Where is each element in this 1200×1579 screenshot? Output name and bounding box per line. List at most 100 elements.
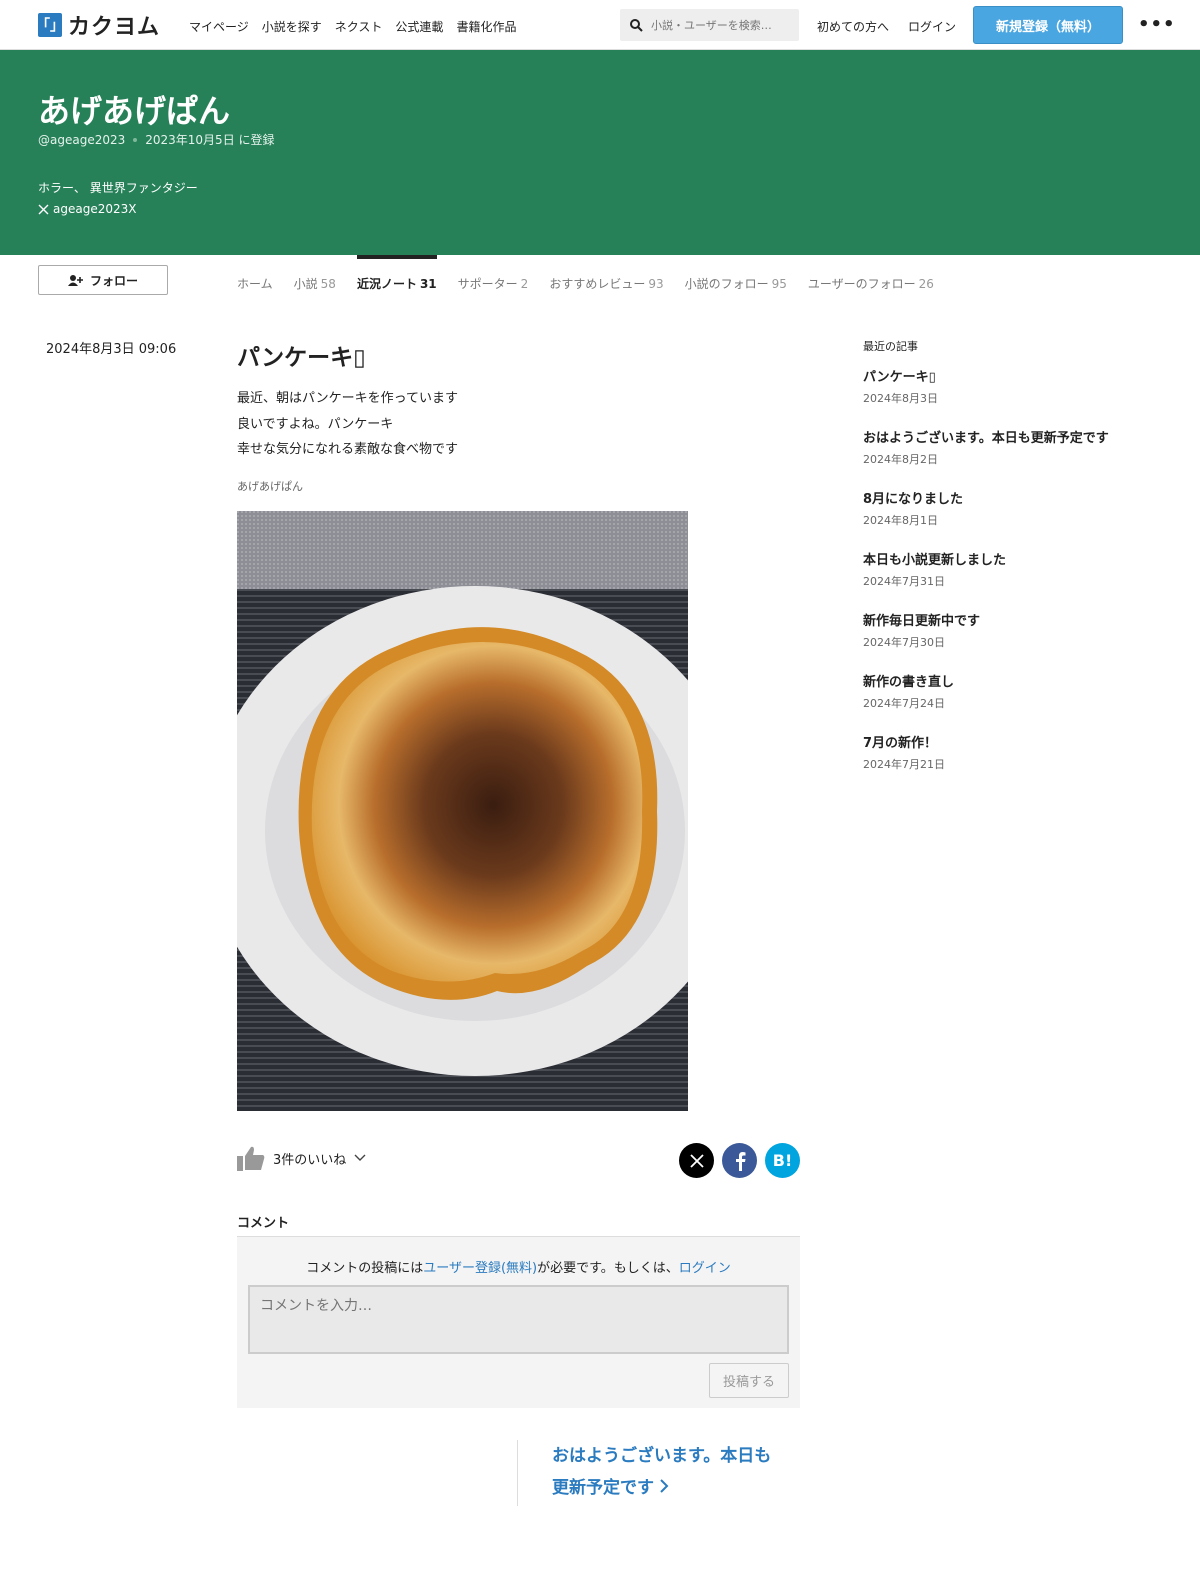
tab-label: ホーム <box>237 277 273 291</box>
recent-post-date: 2024年7月24日 <box>863 697 945 710</box>
recent-post-title: 新作毎日更新中です <box>863 614 981 629</box>
recent-post-title: 本日も小説更新しました <box>863 553 1007 568</box>
recent-post-date: 2024年8月1日 <box>863 514 938 527</box>
user-genres: ホラー、 異世界ファンタジー <box>38 181 198 195</box>
search-icon[interactable] <box>630 18 643 32</box>
tab-count: 26 <box>918 277 934 291</box>
tab-count: 58 <box>320 277 336 291</box>
nav-search-novels[interactable]: 小説を探す <box>262 18 322 35</box>
like-count: 3件のいいね <box>273 1152 347 1168</box>
tab-user-follows[interactable]: ユーザーのフォロー 26 <box>808 255 934 295</box>
tab-count: 93 <box>648 277 664 291</box>
recent-post-title: 新作の書き直し <box>863 675 955 690</box>
share-hatena-icon[interactable]: B! <box>765 1143 800 1178</box>
next-post-line-2: 更新予定です <box>552 1472 800 1504</box>
recent-post-title: 8月になりました <box>863 492 964 507</box>
recent-post-title: おはようございます。本日も更新予定です <box>863 431 1109 446</box>
tab-home[interactable]: ホーム <box>237 255 273 295</box>
tab-reviews[interactable]: おすすめレビュー 93 <box>549 255 663 295</box>
nav-official-serial[interactable]: 公式連載 <box>395 18 443 35</box>
comment-box: コメントの投稿にはユーザー登録(無料)が必要です。もしくは、ログイン 投稿する <box>237 1236 800 1408</box>
user-handle: @ageage2023 <box>38 132 126 147</box>
top-bar: 「」 カクヨム マイページ 小説を探す ネクスト 公式連載 書籍化作品 初めての… <box>0 0 1200 50</box>
x-account-link[interactable]: ageage2023X <box>38 202 136 216</box>
recent-post-item[interactable]: 7月の新作！ 2024年7月21日 <box>863 735 1153 796</box>
share-x-icon[interactable] <box>679 1143 714 1178</box>
tab-count: 2 <box>520 277 529 291</box>
nav-published-works[interactable]: 書籍化作品 <box>456 18 516 35</box>
profile-tabs: ホーム 小説 58 近況ノート 31 サポーター 2 おすすめレビュー 93 小説のフォ… <box>237 255 934 295</box>
post-author: あげあげぱん <box>237 480 303 493</box>
tab-label: サポーター <box>457 277 518 291</box>
follow-label: フォロー <box>89 273 138 288</box>
chevron-down-icon[interactable] <box>354 1154 366 1162</box>
recent-post-title: 7月の新作！ <box>863 736 938 751</box>
logo-mark-icon: 「」 <box>36 13 64 37</box>
recent-post-date: 2024年7月31日 <box>863 575 945 588</box>
recent-post-item[interactable]: 8月になりました 2024年8月1日 <box>863 491 1153 552</box>
post-date: 2024年8月3日 09:06 <box>46 342 177 357</box>
tab-count: 31 <box>419 277 437 291</box>
recent-post-item[interactable]: おはようございます。本日も更新予定です 2024年8月2日 <box>863 430 1153 491</box>
chevron-right-icon <box>660 1479 669 1493</box>
search-input[interactable] <box>651 18 791 32</box>
thumbs-up-icon <box>237 1146 265 1171</box>
post-title: パンケーキ▯ <box>237 345 366 371</box>
notice-text: が必要です。もしくは、 <box>537 1261 679 1276</box>
register-link[interactable]: ユーザー登録(無料) <box>423 1261 537 1276</box>
recent-post-date: 2024年8月3日 <box>863 392 938 405</box>
recent-posts-list: パンケーキ▯ 2024年8月3日 おはようございます。本日も更新予定です 2024年… <box>863 369 1153 796</box>
x-account-name: ageage2023X <box>53 202 137 216</box>
notice-text: コメントの投稿には <box>306 1261 424 1276</box>
profile-banner: あげあげぱん @ageage2023 2023年10月5日 に登録 ホラー、 異… <box>0 50 1200 255</box>
x-logo-icon <box>38 204 49 214</box>
recent-post-date: 2024年7月21日 <box>863 758 945 771</box>
login-link[interactable]: ログイン <box>908 18 956 35</box>
tab-label: 小説 <box>293 277 318 291</box>
user-name: あげあげぱん <box>38 92 231 130</box>
post-line: 最近、朝はパンケーキを作っています <box>237 391 459 406</box>
post-line: 良いですよね。パンケーキ <box>237 416 394 432</box>
comment-notice: コメントの投稿にはユーザー登録(無料)が必要です。もしくは、ログイン <box>237 1257 800 1276</box>
first-time-link[interactable]: 初めての方へ <box>817 18 889 35</box>
next-post-line: おはようございます。本日も <box>552 1446 772 1466</box>
login-link[interactable]: ログイン <box>679 1261 731 1276</box>
share-facebook-icon[interactable] <box>722 1143 757 1178</box>
user-meta: @ageage2023 2023年10月5日 に登録 <box>38 131 275 148</box>
signup-button[interactable]: 新規登録（無料） <box>973 6 1123 44</box>
nav-mypage[interactable]: マイページ <box>189 18 249 35</box>
follow-button[interactable]: フォロー <box>38 265 168 295</box>
share-buttons: B! <box>679 1143 800 1178</box>
tab-supporters[interactable]: サポーター 2 <box>458 255 529 295</box>
recent-post-item[interactable]: パンケーキ▯ 2024年8月3日 <box>863 369 1153 430</box>
pancake-photo[interactable] <box>237 511 688 1111</box>
tab-label: ユーザーのフォロー <box>807 277 916 291</box>
tab-label: おすすめレビュー <box>549 277 646 291</box>
logo-text: カクヨム <box>68 15 161 40</box>
global-nav: マイページ 小説を探す ネクスト 公式連載 書籍化作品 <box>189 18 516 35</box>
recent-post-date: 2024年7月30日 <box>863 636 945 649</box>
recent-post-date: 2024年8月2日 <box>863 453 938 466</box>
recent-post-item[interactable]: 新作の書き直し 2024年7月24日 <box>863 674 1153 735</box>
nav-next[interactable]: ネクスト <box>335 18 383 35</box>
tab-news[interactable]: 近況ノート 31 <box>356 255 437 295</box>
registered-date: 2023年10月5日 に登録 <box>145 133 275 147</box>
next-post-nav[interactable]: おはようございます。本日も 更新予定です <box>517 1440 800 1506</box>
add-user-icon <box>67 274 83 286</box>
post-body: 最近、朝はパンケーキを作っています 良いですよね。パンケーキ 幸せな気分になれる… <box>237 386 458 463</box>
tab-novel-follows[interactable]: 小説のフォロー 95 <box>685 255 787 295</box>
comment-heading: コメント <box>237 1216 290 1231</box>
more-menu-icon[interactable]: ••• <box>1138 14 1176 35</box>
next-post-title: 更新予定です <box>552 1478 654 1498</box>
separator-dot <box>133 137 138 142</box>
search-box <box>620 9 799 41</box>
tab-label: 小説のフォロー <box>684 277 769 291</box>
tab-count: 95 <box>771 277 787 291</box>
recent-post-item[interactable]: 新作毎日更新中です 2024年7月30日 <box>863 613 1153 674</box>
recent-post-item[interactable]: 本日も小説更新しました 2024年7月31日 <box>863 552 1153 613</box>
tab-novels[interactable]: 小説 58 <box>294 255 336 295</box>
like-button[interactable]: 3件のいいね <box>237 1145 366 1171</box>
submit-comment-button[interactable]: 投稿する <box>709 1363 789 1398</box>
kakuyomu-logo[interactable]: 「」 カクヨム <box>36 12 161 40</box>
comment-input[interactable] <box>248 1285 789 1354</box>
